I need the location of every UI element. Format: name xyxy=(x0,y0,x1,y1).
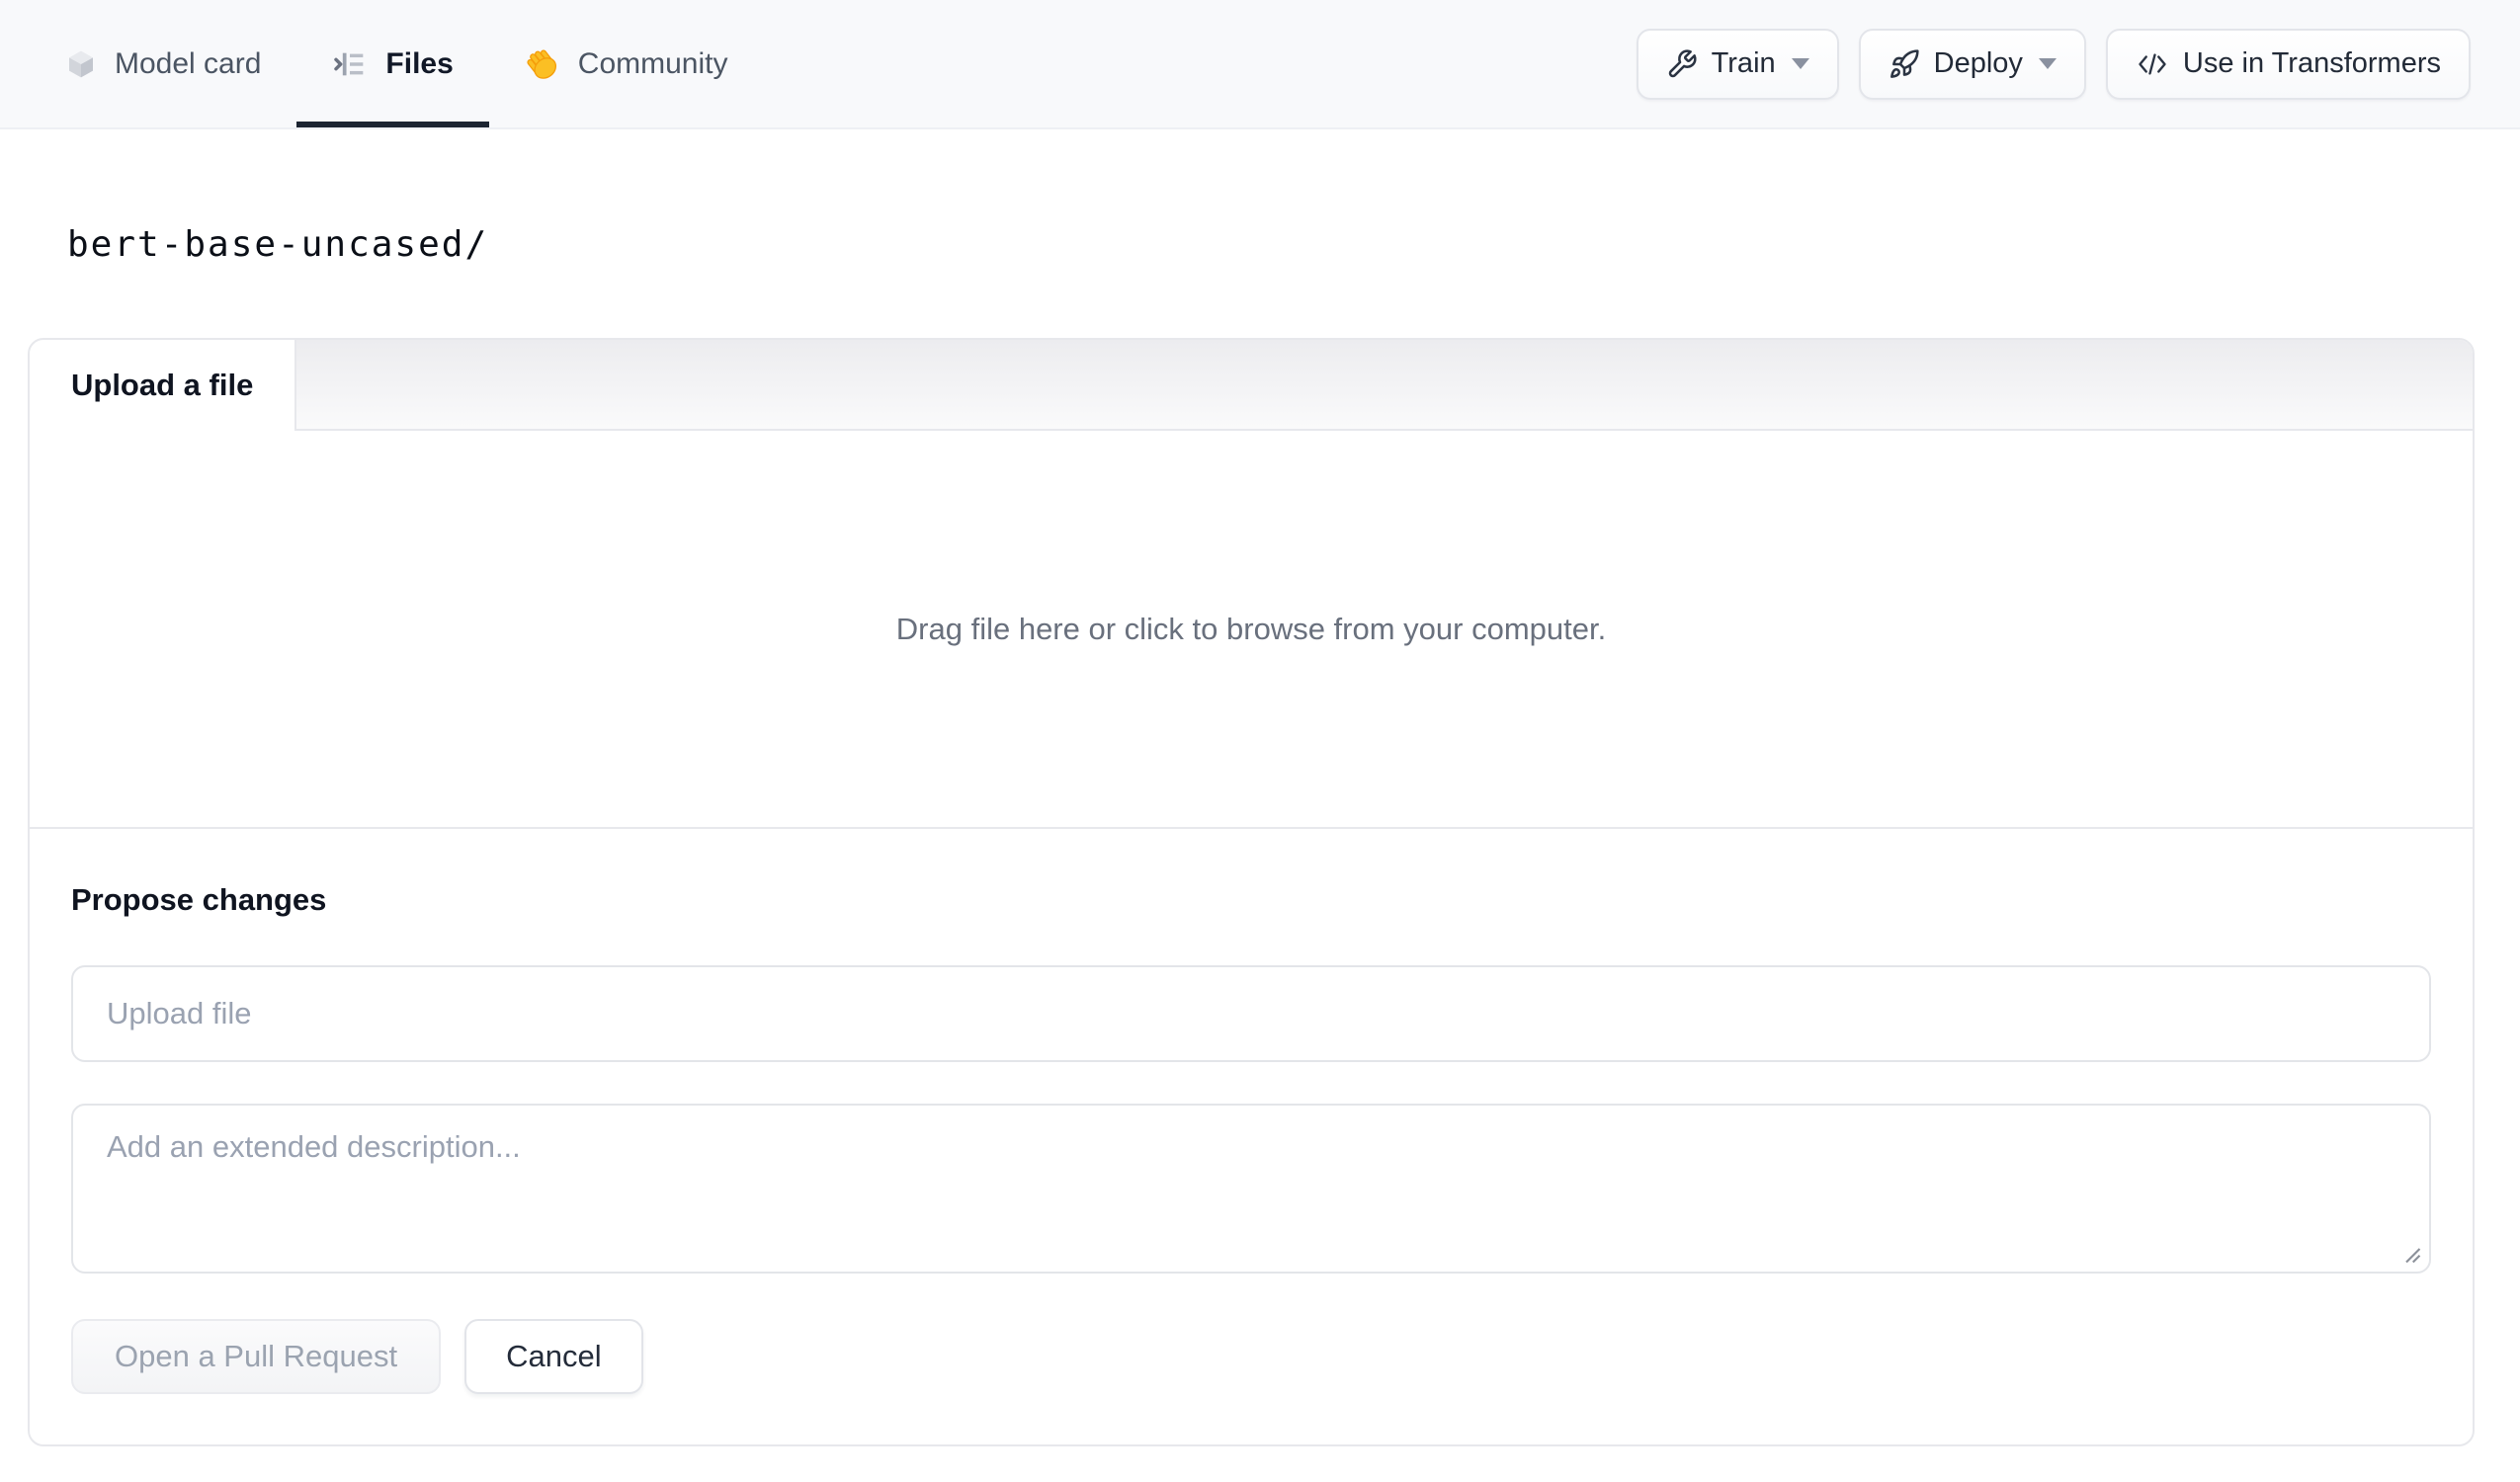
open-pull-request-button[interactable]: Open a Pull Request xyxy=(71,1319,442,1394)
active-tab-underline xyxy=(296,122,489,127)
button-label: Deploy xyxy=(1933,47,2023,79)
cube-icon xyxy=(65,47,97,81)
tab-community[interactable]: Community xyxy=(489,0,764,127)
wrench-icon xyxy=(1666,48,1698,80)
upload-panel-tabbar: Upload a file xyxy=(30,340,2473,431)
train-button[interactable]: Train xyxy=(1636,28,1839,100)
code-icon xyxy=(2136,49,2169,79)
tab-model-card[interactable]: Model card xyxy=(30,0,296,127)
propose-changes-section: Propose changes Open a Pull Request Canc… xyxy=(30,829,2473,1440)
tab-files[interactable]: Files xyxy=(296,0,489,127)
chevron-down-icon xyxy=(1791,58,1809,69)
waving-hand-icon xyxy=(525,46,560,82)
tab-label: Community xyxy=(577,46,728,80)
upload-panel: Upload a file Drag file here or click to… xyxy=(28,338,2475,1446)
resize-handle-icon[interactable] xyxy=(2403,1246,2421,1264)
button-label: Use in Transformers xyxy=(2182,47,2441,79)
file-dropzone[interactable]: Drag file here or click to browse from y… xyxy=(30,431,2473,829)
description-field-wrapper xyxy=(71,1104,2431,1274)
button-label: Train xyxy=(1711,47,1776,79)
cancel-button[interactable]: Cancel xyxy=(464,1319,643,1394)
extended-description-textarea[interactable] xyxy=(71,1104,2431,1274)
form-actions: Open a Pull Request Cancel xyxy=(71,1319,2431,1394)
dropzone-text: Drag file here or click to browse from y… xyxy=(895,611,1607,646)
repo-tab-bar: Model card Files Community xyxy=(30,0,763,127)
upload-filename-input[interactable] xyxy=(71,965,2431,1062)
repo-header: Model card Files Community Train Deploy … xyxy=(0,0,2520,129)
propose-changes-heading: Propose changes xyxy=(71,882,327,917)
files-list-icon xyxy=(332,48,368,80)
rocket-icon xyxy=(1889,48,1920,80)
repo-action-buttons: Train Deploy Use in Transformers xyxy=(1636,0,2471,127)
tab-label: Files xyxy=(385,46,454,80)
tab-label: Model card xyxy=(115,46,262,80)
breadcrumb[interactable]: bert-base-uncased/ xyxy=(67,224,488,265)
upload-a-file-tab[interactable]: Upload a file xyxy=(30,340,297,431)
deploy-button[interactable]: Deploy xyxy=(1858,28,2086,100)
chevron-down-icon xyxy=(2038,58,2057,69)
use-in-transformers-button[interactable]: Use in Transformers xyxy=(2105,28,2471,100)
